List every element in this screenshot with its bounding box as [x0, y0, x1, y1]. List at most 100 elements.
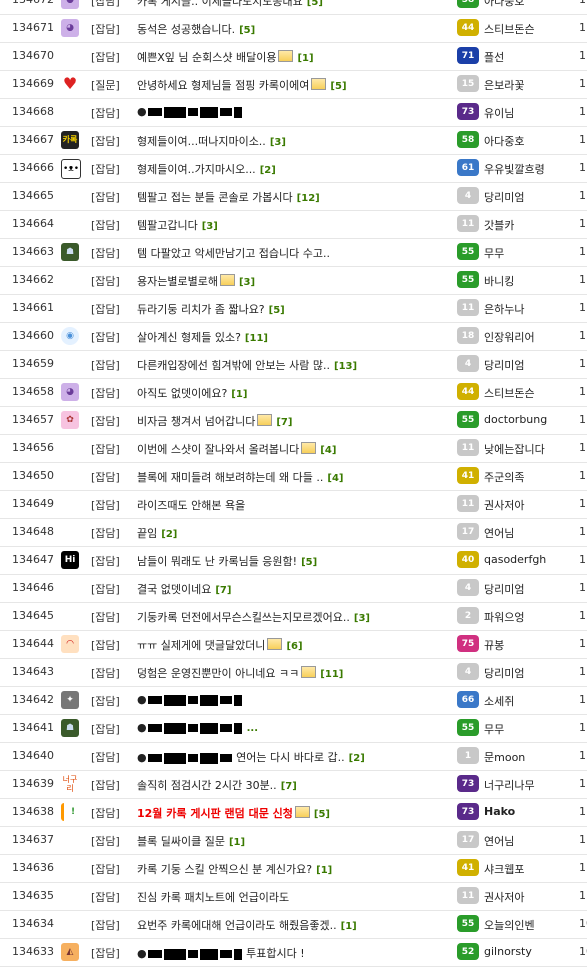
author-name[interactable]: doctorbung [484, 413, 547, 426]
post-title-link[interactable]: ● 투표합시다 ! [137, 945, 305, 961]
table-row[interactable]: 134665 [잡담] 템팔고 접는 분들 콘솔로 가봅시다[12] 4 당리미엄 1 [0, 182, 587, 211]
post-title-link[interactable]: 덩험은 운영진뿐만이 아니네요 ㅋㅋ [11] [137, 665, 343, 681]
author-name[interactable]: 뀨봉 [484, 637, 504, 653]
author-name[interactable]: 유이님 [484, 105, 514, 121]
post-title-link[interactable]: 용자는별로별로해 [3] [137, 273, 255, 289]
post-title-link[interactable]: 블록 딜싸이클 질문 [1] [137, 833, 245, 849]
table-row[interactable]: 134635 [잡담] 진심 카록 패치노트에 언급이라도 11 권사저아 1 [0, 882, 587, 911]
post-title-link[interactable]: 요번주 카록에대해 언급이라도 해줬음좋겠.. [1] [137, 917, 357, 933]
table-row[interactable]: 134657 ✿ [잡담] 비자금 챙겨서 넘어갑니다 [7] 55 doctorbung 1 [0, 406, 587, 435]
post-title-link[interactable]: 비자금 챙겨서 넘어갑니다 [7] [137, 413, 292, 429]
author-name[interactable]: 바니킹 [484, 273, 514, 289]
table-row[interactable]: 134645 [잡담] 기둥카록 던전에서무슨스킬쓰는지모르겠어요..[3] 2 파워으… [0, 602, 587, 631]
post-title-link[interactable]: 라이즈때도 안해본 욕을 [137, 497, 245, 513]
table-row[interactable]: 134644 ◠ [잡담] ㅠㅠ 실제게에 댓글달았더니 [6] 75 뀨봉 1 [0, 630, 587, 659]
post-title-link[interactable]: 카록 기둥 스킬 안찍으신 분 계신가요? [1] [137, 861, 332, 877]
table-row[interactable]: 134633 ◭ [잡담] ● 투표합시다 ! 52 gilnorsty 10 [0, 938, 587, 967]
table-row[interactable]: 134666 •ᴥ• [잡담] 형제들이여..가지마시오...[2] 61 우유빛깔흐령 1 [0, 154, 587, 183]
table-row[interactable]: 134649 [잡담] 라이즈때도 안해본 욕을 11 권사저아 1 [0, 490, 587, 519]
post-title-link[interactable]: 안녕하세요 형제님들 점핑 카록이에여 [5] [137, 77, 347, 93]
table-row[interactable]: 134664 [잡담] 템팔고갑니다[3] 11 갓블카 1 [0, 210, 587, 239]
table-row[interactable]: 134640 [잡담] ● 연어는 다시 바다로 갑..[2] 1 문moon 1 [0, 742, 587, 771]
author-name[interactable]: 당리미엄 [484, 357, 524, 373]
post-title-link[interactable]: 솔직히 점검시간 2시간 30분.. [7] [137, 777, 297, 793]
post-title-link[interactable]: 템 다팔았고 악세만남기고 접습니다 수고.. [137, 245, 330, 261]
table-row[interactable]: 134658 ◕ [잡담] 아직도 없뎃이에요?[1] 44 스티브돈슨 1 [0, 378, 587, 407]
post-title-link[interactable]: ● 연어는 다시 바다로 갑.. [2] [137, 749, 365, 765]
post-title-link[interactable]: 형제들이여...떠나지마이소.. [3] [137, 133, 286, 149]
post-title-link[interactable]: 결국 없뎃이네요 [7] [137, 581, 231, 597]
table-row[interactable]: 134634 [잡담] 요번주 카록에대해 언급이라도 해줬음좋겠..[1] 55 오늘… [0, 910, 587, 939]
author-name[interactable]: 당리미엄 [484, 189, 524, 205]
post-title-link[interactable]: ㅠㅠ 실제게에 댓글달았더니 [6] [137, 637, 303, 653]
table-row[interactable]: 134672 ◕ [잡담] 카록 게시글.. 이세들다도지도공대요[5] 58 아다중호 1 [0, 0, 587, 15]
author-name[interactable]: 낮에는잡니다 [484, 441, 545, 457]
table-row[interactable]: 134642 ✦ [잡담] ● 66 소세쥐 1 [0, 686, 587, 715]
author-name[interactable]: 아다중호 [484, 0, 524, 9]
author-name[interactable]: 권사저아 [484, 889, 524, 905]
author-name[interactable]: gilnorsty [484, 945, 532, 958]
author-name[interactable]: 은하누나 [484, 301, 524, 317]
author-name[interactable]: 샤크웹포 [484, 861, 524, 877]
author-name[interactable]: 우유빛깔흐령 [484, 161, 545, 177]
post-title-link[interactable]: 동석은 성공했습니다. [5] [137, 21, 255, 37]
post-title-link[interactable]: 진심 카록 패치노트에 언급이라도 [137, 889, 289, 905]
author-name[interactable]: 오늘의인벤 [484, 917, 535, 933]
author-name[interactable]: 연어님 [484, 525, 514, 541]
author-name[interactable]: 당리미엄 [484, 581, 524, 597]
author-name[interactable]: 은보라꽃 [484, 77, 524, 93]
post-title-link[interactable]: 살아계신 형제들 있소? [11] [137, 329, 268, 345]
table-row[interactable]: 134641 ☗ [잡담] ●... 55 무무 1 [0, 714, 587, 743]
table-row[interactable]: 134643 [잡담] 덩험은 운영진뿐만이 아니네요 ㅋㅋ [11] 4 당리미엄 1 [0, 658, 587, 687]
post-title-link[interactable]: 예쁜X잎 님 순회스샷 배달이용 [1] [137, 49, 314, 65]
author-name[interactable]: 파워으엉 [484, 609, 524, 625]
author-name[interactable]: 스티브돈슨 [484, 21, 535, 37]
table-row[interactable]: 134671 ◕ [잡담] 동석은 성공했습니다.[5] 44 스티브돈슨 1 [0, 14, 587, 43]
author-name[interactable]: 주군의족 [484, 469, 524, 485]
table-row[interactable]: 134670 [잡담] 예쁜X잎 님 순회스샷 배달이용 [1] 71 플선 1 [0, 42, 587, 71]
table-row[interactable]: 134638! [잡담] 12월 카록 게시판 랜덤 대문 신청 [5] 73 Hako 1 [0, 798, 587, 827]
post-title-link[interactable]: 템팔고 접는 분들 콘솔로 가봅시다 [12] [137, 189, 320, 205]
author-name[interactable]: 너구리나무 [484, 777, 535, 793]
author-name[interactable]: 당리미엄 [484, 665, 524, 681]
author-name[interactable]: 인장워리어 [484, 329, 535, 345]
post-title-link[interactable]: 남들이 뭐래도 난 카록님들 응원함! [5] [137, 553, 317, 569]
post-title-link[interactable]: ● [137, 693, 243, 706]
table-row[interactable]: 134647 Hi [잡담] 남들이 뭐래도 난 카록님들 응원함![5] 40 qaso… [0, 546, 587, 575]
author-name[interactable]: 무무 [484, 245, 504, 261]
post-title-link[interactable]: 듀라기둥 리치가 좀 짧나요? [5] [137, 301, 285, 317]
table-row[interactable]: 134669 ♥ [질문] 안녕하세요 형제님들 점핑 카록이에여 [5] 15 은보라꽃 1 [0, 70, 587, 99]
table-row[interactable]: 134663 ☗ [잡담] 템 다팔았고 악세만남기고 접습니다 수고.. 55 무무 1 [0, 238, 587, 267]
post-title-link[interactable]: ● [137, 105, 243, 118]
post-title-link[interactable]: ●... [137, 721, 258, 734]
post-title-link[interactable]: 이번에 스샷이 잘나와서 올려봅니다 [4] [137, 441, 336, 457]
post-title-link[interactable]: 아직도 없뎃이에요? [1] [137, 385, 247, 401]
table-row[interactable]: 134667 카록 [잡담] 형제들이여...떠나지마이소..[3] 58 아다중호 1 [0, 126, 587, 155]
author-name[interactable]: Hako [484, 805, 515, 818]
table-row[interactable]: 134659 [잡담] 다른캐입장에선 힘겨밖에 안보는 사람 많..[13] 4 당리… [0, 350, 587, 379]
table-row[interactable]: 134636 [잡담] 카록 기둥 스킬 안찍으신 분 계신가요?[1] 41 샤크웹포… [0, 854, 587, 883]
author-name[interactable]: qasoderfgh [484, 553, 546, 566]
table-row[interactable]: 134637 [잡담] 블록 딜싸이클 질문[1] 17 연어님 1 [0, 826, 587, 855]
author-name[interactable]: 플선 [484, 49, 504, 65]
post-title-link[interactable]: 블록에 재미들려 해보려햐는데 왜 다들 .. [4] [137, 469, 344, 485]
author-name[interactable]: 소세쥐 [484, 693, 514, 709]
table-row[interactable]: 134662 [잡담] 용자는별로별로해 [3] 55 바니킹 1 [0, 266, 587, 295]
post-title-link[interactable]: 카록 게시글.. 이세들다도지도공대요 [5] [137, 0, 323, 9]
table-row[interactable]: 134646 [잡담] 결국 없뎃이네요[7] 4 당리미엄 1 [0, 574, 587, 603]
table-row[interactable]: 134650 [잡담] 블록에 재미들려 해보려햐는데 왜 다들 ..[4] 41 주군… [0, 462, 587, 491]
author-name[interactable]: 아다중호 [484, 133, 524, 149]
table-row[interactable]: 134639 너구리 [잡담] 솔직히 점검시간 2시간 30분..[7] 73 너구리나… [0, 770, 587, 799]
post-title-link[interactable]: 끝임 [2] [137, 525, 177, 541]
author-name[interactable]: 무무 [484, 721, 504, 737]
table-row[interactable]: 134660 ◉ [잡담] 살아계신 형제들 있소?[11] 18 인장워리어 1 [0, 322, 587, 351]
post-title-link[interactable]: 다른캐입장에선 힘겨밖에 안보는 사람 많.. [13] [137, 357, 357, 373]
post-title-link[interactable]: 형제들이여..가지마시오... [2] [137, 161, 276, 177]
author-name[interactable]: 문moon [484, 749, 525, 765]
table-row[interactable]: 134656 [잡담] 이번에 스샷이 잘나와서 올려봅니다 [4] 11 낮에는잡니다 1 [0, 434, 587, 463]
post-title-link[interactable]: 기둥카록 던전에서무슨스킬쓰는지모르겠어요.. [3] [137, 609, 370, 625]
author-name[interactable]: 연어님 [484, 833, 514, 849]
table-row[interactable]: 134648 [잡담] 끝임[2] 17 연어님 1 [0, 518, 587, 547]
table-row[interactable]: 134661 [잡담] 듀라기둥 리치가 좀 짧나요?[5] 11 은하누나 1 [0, 294, 587, 323]
table-row[interactable]: 134668 [잡담] ● 73 유이님 1 [0, 98, 587, 127]
